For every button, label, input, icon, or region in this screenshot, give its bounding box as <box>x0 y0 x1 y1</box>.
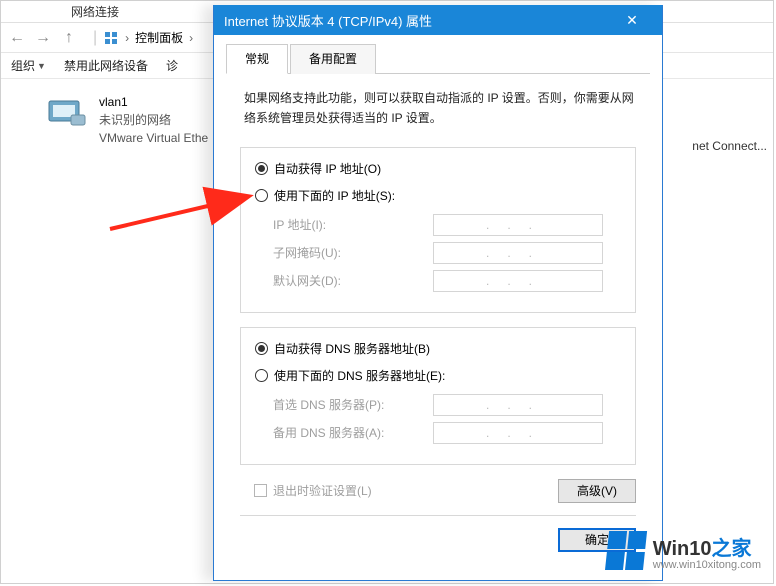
back-icon[interactable]: ← <box>7 28 27 48</box>
toolbar-diagnose[interactable]: 诊 <box>166 57 178 74</box>
radio-icon <box>255 189 268 202</box>
validate-checkbox[interactable] <box>254 484 267 497</box>
window-title-text: 网络连接 <box>71 3 119 20</box>
dialog-description: 如果网络支持此功能，则可以获取自动指派的 IP 设置。否则，你需要从网络系统管理… <box>226 74 650 139</box>
close-icon[interactable]: ✕ <box>612 12 652 29</box>
partial-adapter-label: net Connect... <box>692 139 767 153</box>
alternate-dns-input[interactable]: ... <box>433 422 603 444</box>
tab-alternate[interactable]: 备用配置 <box>290 44 376 74</box>
adapter-description: VMware Virtual Ethe <box>99 129 208 147</box>
breadcrumb-item[interactable]: 控制面板 <box>135 29 183 46</box>
radio-manual-dns[interactable]: 使用下面的 DNS 服务器地址(E): <box>255 367 621 384</box>
watermark: Win10之家 www.win10xitong.com <box>607 531 761 571</box>
preferred-dns-label: 首选 DNS 服务器(P): <box>273 396 433 413</box>
radio-icon <box>255 369 268 382</box>
chevron-right-icon: › <box>125 31 129 45</box>
preferred-dns-input[interactable]: ... <box>433 394 603 416</box>
divider <box>240 515 636 516</box>
tab-bar: 常规 备用配置 <box>226 43 650 74</box>
toolbar-organize[interactable]: 组织▼ <box>11 57 46 74</box>
radio-auto-ip-label: 自动获得 IP 地址(O) <box>274 160 381 177</box>
ip-address-input[interactable]: ... <box>433 214 603 236</box>
up-icon[interactable]: ↑ <box>59 28 79 48</box>
network-adapter-icon <box>47 93 89 129</box>
dialog-titlebar: Internet 协议版本 4 (TCP/IPv4) 属性 ✕ <box>214 5 662 35</box>
radio-auto-ip[interactable]: 自动获得 IP 地址(O) <box>255 160 621 177</box>
radio-manual-dns-label: 使用下面的 DNS 服务器地址(E): <box>274 367 445 384</box>
chevron-right-icon: › <box>189 31 193 45</box>
ipv4-properties-dialog: Internet 协议版本 4 (TCP/IPv4) 属性 ✕ 常规 备用配置 … <box>213 5 663 581</box>
alternate-dns-label: 备用 DNS 服务器(A): <box>273 424 433 441</box>
validate-label: 退出时验证设置(L) <box>273 482 372 499</box>
subnet-mask-input[interactable]: ... <box>433 242 603 264</box>
radio-auto-dns[interactable]: 自动获得 DNS 服务器地址(B) <box>255 340 621 357</box>
adapter-status: 未识别的网络 <box>99 111 208 129</box>
radio-manual-ip-label: 使用下面的 IP 地址(S): <box>274 187 395 204</box>
default-gateway-input[interactable]: ... <box>433 270 603 292</box>
windows-logo-icon <box>605 531 649 571</box>
subnet-mask-label: 子网掩码(U): <box>273 244 433 261</box>
ip-group: 自动获得 IP 地址(O) 使用下面的 IP 地址(S): IP 地址(I): … <box>240 147 636 313</box>
watermark-main: Win10 <box>653 538 712 560</box>
radio-manual-ip[interactable]: 使用下面的 IP 地址(S): <box>255 187 621 204</box>
dialog-title: Internet 协议版本 4 (TCP/IPv4) 属性 <box>224 11 432 30</box>
watermark-suffix: 之家 <box>712 538 752 560</box>
chevron-down-icon: ▼ <box>37 61 46 71</box>
radio-icon <box>255 342 268 355</box>
tab-general[interactable]: 常规 <box>226 44 288 74</box>
default-gateway-label: 默认网关(D): <box>273 272 433 289</box>
radio-icon <box>255 162 268 175</box>
control-panel-icon <box>103 30 119 46</box>
dns-group: 自动获得 DNS 服务器地址(B) 使用下面的 DNS 服务器地址(E): 首选… <box>240 327 636 465</box>
toolbar-disable-device[interactable]: 禁用此网络设备 <box>64 57 148 74</box>
radio-auto-dns-label: 自动获得 DNS 服务器地址(B) <box>274 340 430 357</box>
watermark-url: www.win10xitong.com <box>653 559 761 571</box>
forward-icon[interactable]: → <box>33 28 53 48</box>
ip-address-label: IP 地址(I): <box>273 216 433 233</box>
advanced-button[interactable]: 高级(V) <box>558 479 636 503</box>
adapter-name: vlan1 <box>99 93 208 111</box>
